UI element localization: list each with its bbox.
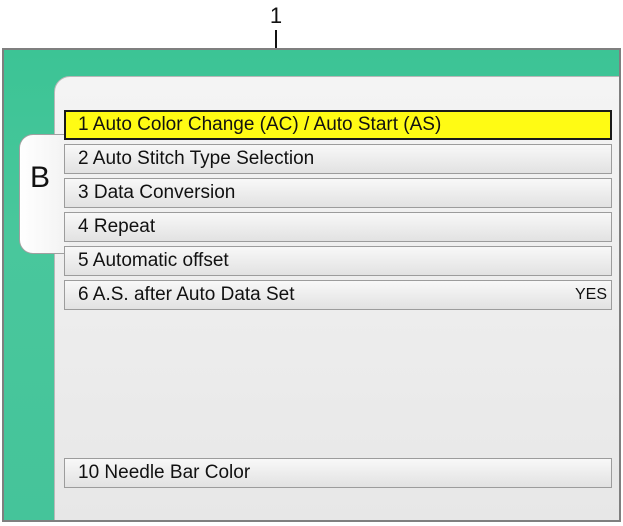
menu-item-repeat[interactable]: 4 Repeat <box>64 212 612 242</box>
tab-b-label: B <box>30 161 51 194</box>
menu-item-label: 1 Auto Color Change (AC) / Auto Start (A… <box>78 114 442 135</box>
menu-item-needle-bar-color[interactable]: 10 Needle Bar Color <box>64 458 612 488</box>
menu-item-label: 5 Automatic offset <box>78 250 229 271</box>
menu-item-label: 6 A.S. after Auto Data Set <box>78 284 295 305</box>
tab-b[interactable]: B <box>19 134 69 254</box>
menu-item-value: YES <box>574 286 607 303</box>
menu-item-label: 4 Repeat <box>78 216 156 237</box>
menu-item-data-conversion[interactable]: 3 Data Conversion <box>64 178 612 208</box>
menu-item-label: 3 Data Conversion <box>78 182 236 203</box>
menu-item-label: 10 Needle Bar Color <box>78 462 251 483</box>
menu-item-label: 2 Auto Stitch Type Selection <box>78 148 315 169</box>
settings-menu: 1 Auto Color Change (AC) / Auto Start (A… <box>64 110 612 488</box>
menu-item-auto-color-change[interactable]: 1 Auto Color Change (AC) / Auto Start (A… <box>64 110 612 140</box>
menu-item-automatic-offset[interactable]: 5 Automatic offset <box>64 246 612 276</box>
menu-item-as-after-auto-data-set[interactable]: 6 A.S. after Auto Data Set YES <box>64 280 612 310</box>
menu-item-auto-stitch-type[interactable]: 2 Auto Stitch Type Selection <box>64 144 612 174</box>
